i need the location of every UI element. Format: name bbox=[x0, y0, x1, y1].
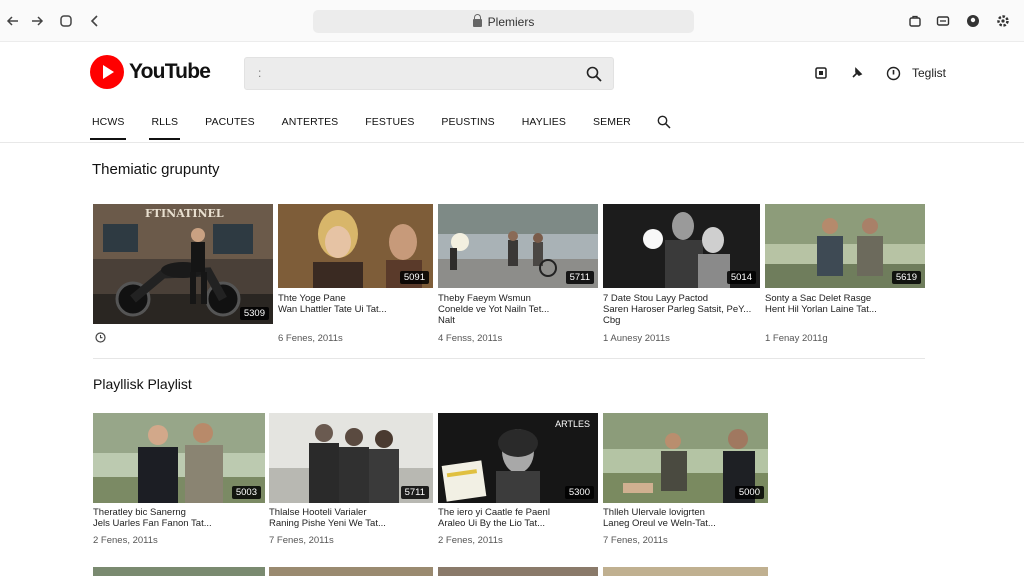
video-duration: 5619 bbox=[891, 271, 921, 284]
video-duration: 5091 bbox=[399, 271, 429, 284]
video-title-line[interactable]: Thte Yoge Pane bbox=[278, 293, 346, 304]
video-title-line[interactable]: Nalt bbox=[438, 315, 455, 326]
video-title-line[interactable]: Raning Pishe Yeni We Tat... bbox=[269, 518, 386, 529]
video-card[interactable]: 5711 Theby Faeym Wsmun Conelde ve Yot Na… bbox=[438, 204, 598, 344]
tab-festues[interactable]: FESTUES bbox=[363, 112, 416, 140]
video-card[interactable]: 5091 Thte Yoge Pane Wan Lhattler Tate Ui… bbox=[278, 204, 433, 344]
thumbnail-sign-text: FTINATINEL bbox=[145, 207, 224, 220]
video-title-line[interactable]: Jels Uarles Fan Fanon Tat... bbox=[93, 518, 212, 529]
video-thumbnail[interactable] bbox=[269, 567, 433, 576]
clock-icon bbox=[95, 332, 106, 343]
video-duration: 5003 bbox=[231, 486, 261, 499]
create-video-icon[interactable] bbox=[812, 64, 830, 82]
video-title-line[interactable]: Cbg bbox=[603, 315, 620, 326]
forward-arrow-icon[interactable] bbox=[27, 11, 47, 31]
video-card[interactable]: FTINATINEL 5309 bbox=[93, 204, 273, 344]
address-text: Plemiers bbox=[487, 14, 535, 29]
video-card[interactable]: 5619 Sonty a Sac Delet Rasge Hent Hil Yo… bbox=[765, 204, 925, 344]
video-meta: 7 Fenes, 2011s bbox=[603, 535, 668, 546]
video-thumbnail[interactable]: FTINATINEL 5309 bbox=[93, 204, 273, 324]
address-bar[interactable]: Plemiers bbox=[313, 10, 694, 33]
video-thumbnail[interactable]: 5003 bbox=[93, 413, 265, 503]
search-icon[interactable] bbox=[585, 65, 603, 83]
pin-icon[interactable] bbox=[848, 64, 866, 82]
cast-icon[interactable] bbox=[934, 12, 952, 30]
video-meta: 2 Fenes, 2011s bbox=[93, 535, 158, 546]
video-card[interactable]: ARTLES 5300 The iero yi Caatle fe Paenl … bbox=[438, 413, 598, 553]
thumbnail-corner-text: ARTLES bbox=[555, 419, 590, 429]
tab-haylies[interactable]: HAYLIES bbox=[520, 112, 568, 140]
video-meta: 6 Fenes, 2011s bbox=[278, 333, 343, 344]
video-title-line[interactable]: 7 Date Stou Layy Pactod bbox=[603, 293, 708, 304]
section-divider bbox=[93, 358, 925, 359]
video-thumbnail[interactable] bbox=[603, 567, 768, 576]
video-title-line[interactable]: Araleo Ui By the Lio Tat... bbox=[438, 518, 545, 529]
tabs-divider bbox=[0, 142, 1024, 143]
play-logo-icon bbox=[90, 55, 124, 89]
video-card[interactable]: 5711 Thlalse Hooteli Varialer Raning Pis… bbox=[269, 413, 433, 553]
video-duration: 5014 bbox=[726, 271, 756, 284]
video-title-line[interactable]: Thlleh Ulervale lovigrten bbox=[603, 507, 705, 518]
tab-search-icon[interactable] bbox=[656, 114, 672, 130]
video-duration: 5711 bbox=[565, 271, 594, 284]
video-thumbnail[interactable]: 5619 bbox=[765, 204, 925, 288]
video-thumbnail[interactable] bbox=[93, 567, 265, 576]
sign-in-link[interactable]: Teglist bbox=[912, 66, 946, 80]
youtube-logo[interactable]: YouTube bbox=[90, 55, 211, 89]
video-title-line[interactable]: Laneg Oreul ve Weln-Tat... bbox=[603, 518, 716, 529]
settings-icon[interactable] bbox=[994, 12, 1012, 30]
tab-semer[interactable]: SEMER bbox=[591, 112, 633, 140]
video-meta: 1 Aunesy 2011s bbox=[603, 333, 670, 344]
category-tabs: HCWS RLLS PACUTES ANTERTES FESTUES PEUST… bbox=[90, 112, 672, 140]
video-card[interactable]: 5003 Theratley bic Sanerng Jels Uarles F… bbox=[93, 413, 265, 553]
video-meta: 1 Fenay 2011g bbox=[765, 333, 828, 344]
lock-icon bbox=[472, 14, 482, 27]
video-duration: 5300 bbox=[564, 486, 594, 499]
video-title-line[interactable]: Theratley bic Sanerng bbox=[93, 507, 186, 518]
video-title-line[interactable]: Theby Faeym Wsmun bbox=[438, 293, 531, 304]
browser-toolbar: Plemiers bbox=[0, 0, 1024, 42]
video-title-line[interactable]: Wan Lhattler Tate Ui Tat... bbox=[278, 304, 387, 315]
back-arrow-icon[interactable] bbox=[3, 11, 23, 31]
video-thumbnail[interactable]: 5711 bbox=[438, 204, 598, 288]
video-card[interactable]: 5000 Thlleh Ulervale lovigrten Laneg Ore… bbox=[603, 413, 768, 553]
video-duration: 5711 bbox=[400, 486, 429, 499]
video-thumbnail[interactable]: 5000 bbox=[603, 413, 768, 503]
tab-rlls[interactable]: RLLS bbox=[149, 112, 181, 140]
video-title-line[interactable]: Sonty a Sac Delet Rasge bbox=[765, 293, 871, 304]
video-meta: 2 Fenes, 2011s bbox=[438, 535, 503, 546]
video-duration: 5309 bbox=[239, 307, 269, 320]
tab-antertes[interactable]: ANTERTES bbox=[280, 112, 341, 140]
info-icon[interactable] bbox=[884, 64, 902, 82]
tab-peustins[interactable]: PEUSTINS bbox=[439, 112, 496, 140]
video-duration: 5000 bbox=[734, 486, 764, 499]
video-meta: 4 Fenss, 2011s bbox=[438, 333, 503, 344]
extension-icon[interactable] bbox=[906, 12, 924, 30]
video-thumbnail[interactable]: 5014 bbox=[603, 204, 760, 288]
video-meta: 7 Fenes, 2011s bbox=[269, 535, 334, 546]
profile-icon[interactable] bbox=[964, 12, 982, 30]
section-title-playlist: Playllisk Playlist bbox=[93, 376, 192, 392]
video-thumbnail[interactable] bbox=[438, 567, 598, 576]
video-thumbnail[interactable]: 5091 bbox=[278, 204, 433, 288]
search-input[interactable]: : bbox=[244, 57, 614, 90]
video-title-line[interactable]: Thlalse Hooteli Varialer bbox=[269, 507, 367, 518]
video-title-line[interactable]: Saren Haroser Parleg Satsit, PeY... bbox=[603, 304, 751, 315]
tab-hcws[interactable]: HCWS bbox=[90, 112, 127, 140]
home-icon[interactable] bbox=[56, 11, 76, 31]
logo-text: YouTube bbox=[129, 60, 211, 83]
video-thumbnail[interactable]: 5711 bbox=[269, 413, 433, 503]
video-thumbnail[interactable]: ARTLES 5300 bbox=[438, 413, 598, 503]
video-card[interactable]: 5014 7 Date Stou Layy Pactod Saren Haros… bbox=[603, 204, 760, 344]
tab-pacutes[interactable]: PACUTES bbox=[203, 112, 257, 140]
video-title-line[interactable]: The iero yi Caatle fe Paenl bbox=[438, 507, 550, 518]
section-title-thematic: Themiatic grupunty bbox=[92, 161, 220, 178]
reload-icon[interactable] bbox=[85, 11, 105, 31]
video-title-line[interactable]: Conelde ve Yot Nailn Tet... bbox=[438, 304, 549, 315]
video-title-line[interactable]: Hent Hil Yorlan Laine Tat... bbox=[765, 304, 877, 315]
search-caret: : bbox=[258, 66, 262, 80]
